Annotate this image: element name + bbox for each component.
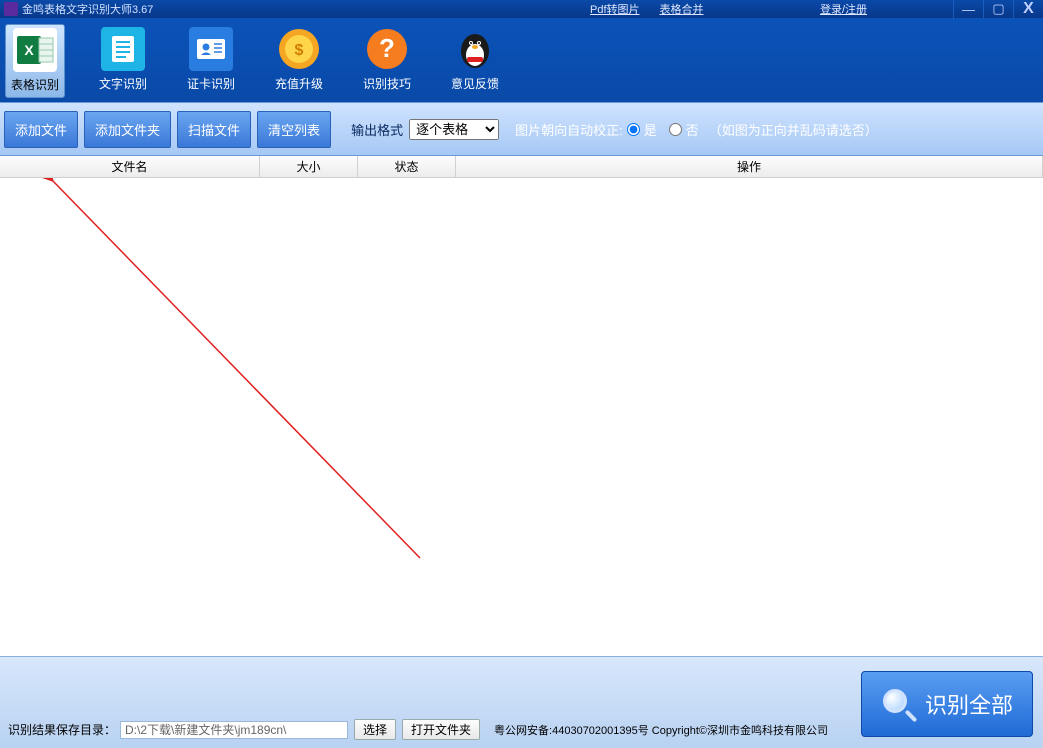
tool-tips[interactable]: ? 识别技巧 [357,24,417,96]
col-status: 状态 [358,156,456,177]
table-body [0,178,1043,648]
titlebar-login: 登录/注册 [820,1,867,17]
add-file-button[interactable]: 添加文件 [4,111,78,148]
tool-text-recognize[interactable]: 文字识别 [93,24,153,96]
orient-no-radio[interactable] [669,123,682,136]
choose-dir-button[interactable]: 选择 [354,719,396,740]
open-folder-button[interactable]: 打开文件夹 [402,719,480,740]
action-bar: 添加文件 添加文件夹 扫描文件 清空列表 输出格式 逐个表格 图片朝向自动校正:… [0,102,1043,156]
add-folder-button[interactable]: 添加文件夹 [84,111,171,148]
copyright-text: 粤公网安备:44030702001395号 Copyright©深圳市金鸣科技有… [494,722,828,738]
recognize-all-label: 识别全部 [925,688,1013,720]
id-card-icon [189,27,233,71]
main-toolbar: X 表格识别 文字识别 [0,18,1043,102]
clear-list-button[interactable]: 清空列表 [257,111,331,148]
svg-text:$: $ [295,42,304,59]
app-icon [4,2,18,16]
tool-table-recognize[interactable]: X 表格识别 [5,24,65,98]
orient-hint: （如图为正向并乱码请选否） [709,120,878,139]
col-filename: 文件名 [0,156,260,177]
orient-yes-label: 是 [644,120,657,139]
tool-card-recognize[interactable]: 证卡识别 [181,24,241,96]
link-login-register[interactable]: 登录/注册 [820,4,867,16]
orient-yes-radio[interactable] [627,123,640,136]
save-dir-label: 识别结果保存目录： [8,721,116,738]
app-title: 金鸣表格文字识别大师3.67 [22,1,153,17]
svg-text:?: ? [379,33,395,63]
tool-label: 识别技巧 [363,75,411,92]
tool-label: 证卡识别 [187,75,235,92]
arrow-annotation [40,178,460,648]
tool-label: 意见反馈 [451,75,499,92]
scan-file-button[interactable]: 扫描文件 [177,111,251,148]
minimize-button[interactable]: — [953,0,983,18]
tool-label: 表格识别 [11,76,59,93]
close-button[interactable]: X [1013,0,1043,18]
maximize-button[interactable]: ▢ [983,0,1013,18]
titlebar: 金鸣表格文字识别大师3.67 Pdf转图片 表格合并 登录/注册 — ▢ X [0,0,1043,18]
link-pdf-to-image[interactable]: Pdf转图片 [590,1,640,17]
table-header: 文件名 大小 状态 操作 [0,156,1043,178]
tool-feedback[interactable]: 意见反馈 [445,24,505,96]
output-format-label: 输出格式 [351,120,403,139]
orient-no-label: 否 [686,120,699,139]
bottom-inner: 识别结果保存目录： 选择 打开文件夹 粤公网安备:44030702001395号… [8,719,1035,740]
penguin-icon [453,27,497,71]
document-icon [101,27,145,71]
tool-label: 充值升级 [275,75,323,92]
col-size: 大小 [260,156,358,177]
svg-text:X: X [24,42,34,58]
save-dir-input[interactable] [120,721,348,739]
orientation-correct-label: 图片朝向自动校正: [515,120,623,139]
titlebar-links: Pdf转图片 表格合并 [590,1,704,17]
magnifier-icon [881,687,915,721]
excel-icon: X [13,28,57,72]
coin-icon: $ [277,27,321,71]
tool-label: 文字识别 [99,75,147,92]
output-format-select[interactable]: 逐个表格 [409,119,499,140]
tool-recharge[interactable]: $ 充值升级 [269,24,329,96]
window-controls: — ▢ X [953,0,1043,18]
link-table-merge[interactable]: 表格合并 [660,1,704,17]
question-icon: ? [365,27,409,71]
bottom-bar: 识别全部 识别结果保存目录： 选择 打开文件夹 粤公网安备:4403070200… [0,656,1043,748]
col-operation: 操作 [456,156,1043,177]
